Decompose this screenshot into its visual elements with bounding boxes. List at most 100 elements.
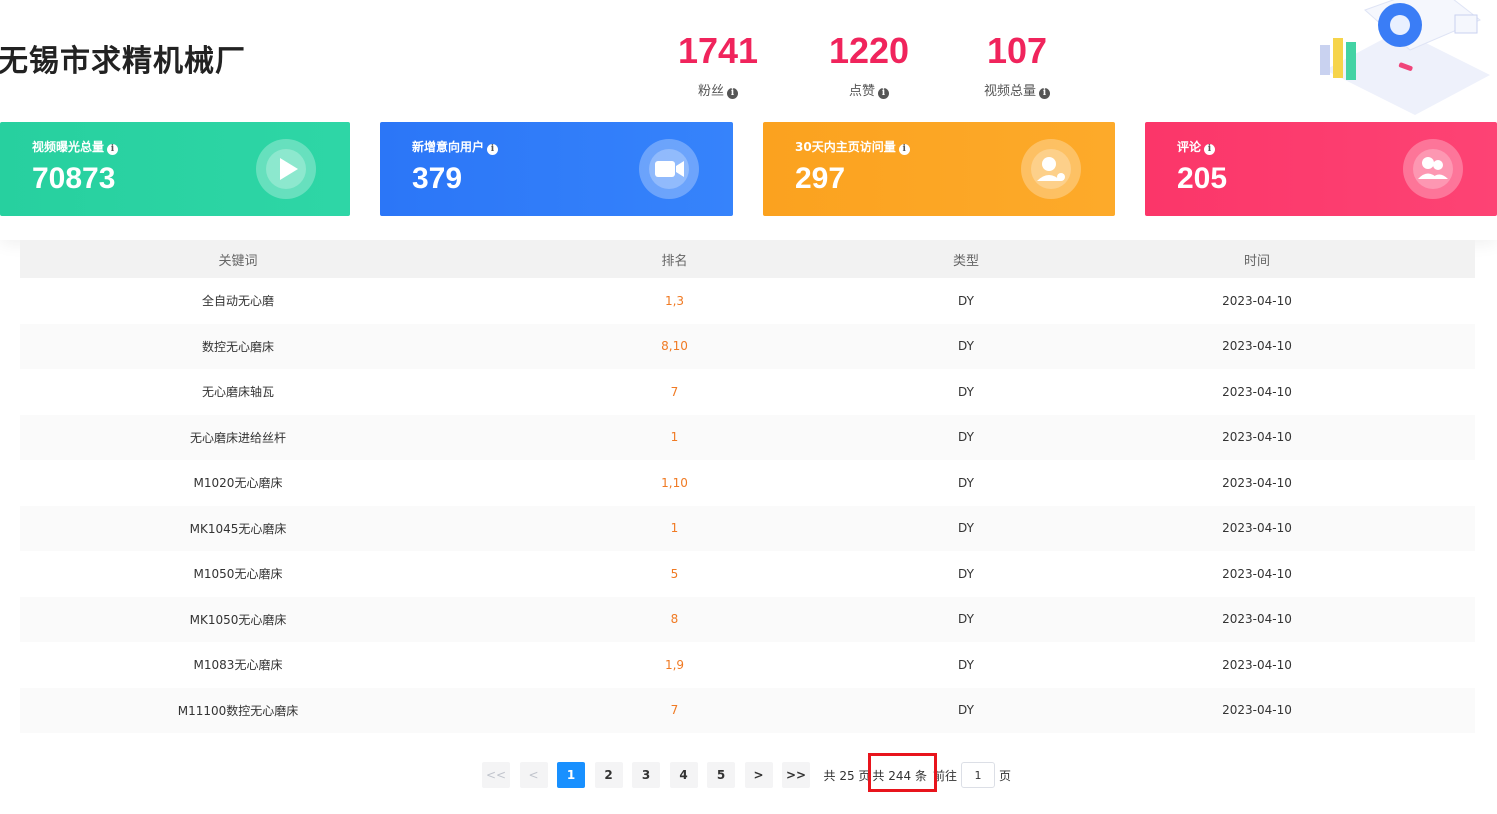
- prev-page-button[interactable]: <: [519, 762, 548, 788]
- card-title: 新增意向用户: [412, 140, 485, 154]
- card-title: 视频曝光总量: [32, 140, 105, 154]
- cell-rank: 8,10: [661, 339, 688, 354]
- cell-keyword: MK1045无心磨床: [189, 521, 287, 536]
- table-row: 全自动无心磨 1,3 DY 2023-04-10: [20, 278, 1475, 324]
- stat-fans-value: 1741: [677, 30, 759, 71]
- user-visit-icon: [1021, 139, 1081, 199]
- analytics-illustration-icon: [1320, 0, 1490, 115]
- cell-type: DY: [958, 703, 974, 718]
- stat-likes-label: 点赞: [848, 84, 875, 99]
- page-button-5[interactable]: 5: [707, 762, 735, 788]
- column-header-type[interactable]: 类型: [893, 240, 1039, 278]
- cell-rank: 1,9: [664, 657, 685, 672]
- cell-keyword: M1020无心磨床: [193, 476, 283, 491]
- last-page-button[interactable]: >>: [782, 762, 810, 788]
- total-pages-text: 共 25 页: [823, 768, 871, 783]
- cell-time: 2023-04-10: [1222, 384, 1292, 399]
- cell-type: DY: [958, 521, 974, 536]
- info-icon[interactable]: i: [878, 88, 889, 99]
- stat-likes-value: 1220: [828, 30, 910, 71]
- table-row: 数控无心磨床 8,10 DY 2023-04-10: [20, 323, 1475, 369]
- stat-likes: 1220 点赞 i: [794, 30, 944, 99]
- cell-rank: 1: [670, 521, 679, 536]
- cell-time: 2023-04-10: [1222, 475, 1292, 490]
- cell-time: 2023-04-10: [1222, 430, 1292, 445]
- cell-rank: 8: [670, 612, 679, 627]
- table-row: M1050无心磨床 5 DY 2023-04-10: [20, 551, 1475, 597]
- goto-page-input[interactable]: 1: [960, 762, 995, 788]
- cell-time: 2023-04-10: [1222, 612, 1292, 627]
- card-value: 205: [1177, 162, 1228, 195]
- card-homepage-visits: 30天内主页访问量 i 297: [763, 122, 1115, 216]
- table-row: M1020无心磨床 1,10 DY 2023-04-10: [20, 460, 1475, 506]
- cell-rank: 1,3: [664, 293, 685, 308]
- cell-rank: 5: [670, 566, 679, 581]
- cell-type: DY: [958, 475, 974, 490]
- info-icon[interactable]: i: [487, 144, 499, 155]
- cell-type: DY: [958, 612, 974, 627]
- company-name: 无锡市求精机械厂: [0, 44, 246, 79]
- cell-rank: 1: [670, 430, 679, 445]
- card-title: 评论: [1177, 140, 1202, 154]
- cell-rank: 7: [670, 384, 679, 399]
- page-suffix: 页: [998, 768, 1011, 783]
- stat-videos-value: 107: [986, 30, 1048, 71]
- info-icon[interactable]: i: [107, 144, 119, 155]
- info-icon[interactable]: i: [727, 88, 738, 99]
- highlight-box: [868, 753, 937, 792]
- next-page-button[interactable]: >: [744, 762, 773, 788]
- cell-time: 2023-04-10: [1222, 339, 1292, 354]
- cell-keyword: 无心磨床轴瓦: [201, 385, 274, 400]
- table-row: M1083无心磨床 1,9 DY 2023-04-10: [20, 642, 1475, 688]
- column-header-keyword[interactable]: 关键词: [20, 240, 456, 278]
- page-button-4[interactable]: 4: [669, 762, 698, 788]
- stat-videos: 107 视频总量 i: [942, 30, 1092, 99]
- cell-keyword: 无心磨床进给丝杆: [189, 430, 286, 445]
- page-button-2[interactable]: 2: [594, 762, 623, 788]
- info-icon[interactable]: i: [898, 144, 910, 155]
- stat-videos-label: 视频总量: [983, 84, 1036, 99]
- card-new-leads: 新增意向用户 i 379: [380, 122, 733, 216]
- card-title: 30天内主页访问量: [795, 140, 896, 154]
- card-video-exposure: 视频曝光总量 i 70873: [0, 122, 350, 216]
- cell-type: DY: [958, 384, 974, 399]
- video-camera-icon: [639, 139, 699, 199]
- table-row: 无心磨床进给丝杆 1 DY 2023-04-10: [20, 414, 1475, 460]
- table-row: MK1045无心磨床 1 DY 2023-04-10: [20, 505, 1475, 551]
- cell-time: 2023-04-10: [1222, 657, 1292, 672]
- cell-time: 2023-04-10: [1222, 521, 1292, 536]
- first-page-button[interactable]: <<: [482, 762, 510, 788]
- cell-keyword: M1083无心磨床: [193, 658, 283, 673]
- cell-keyword: M11100数控无心磨床: [177, 703, 299, 718]
- cell-rank: 1,10: [661, 475, 688, 490]
- cell-type: DY: [958, 566, 974, 581]
- cell-type: DY: [958, 430, 974, 445]
- cell-keyword: 数控无心磨床: [201, 339, 274, 354]
- table-body: 全自动无心磨 1,3 DY 2023-04-10 数控无心磨床 8,10 DY 2023-0…: [20, 278, 1475, 733]
- cell-time: 2023-04-10: [1222, 293, 1292, 308]
- users-icon: [1403, 139, 1463, 199]
- keyword-table: 关键词 排名 类型 时间 全自动无心磨 1,3 DY 2023-04-10 数控无心磨…: [20, 240, 1475, 733]
- table-header: 关键词 排名 类型 时间: [20, 240, 1475, 278]
- cell-time: 2023-04-10: [1222, 566, 1292, 581]
- card-comments: 评论 i 205: [1145, 122, 1497, 216]
- stat-fans: 1741 粉丝 i: [643, 30, 793, 99]
- info-icon[interactable]: i: [1039, 88, 1050, 99]
- table-row: M11100数控无心磨床 7 DY 2023-04-10: [20, 687, 1475, 733]
- table-row: 无心磨床轴瓦 7 DY 2023-04-10: [20, 369, 1475, 415]
- column-header-rank[interactable]: 排名: [456, 240, 893, 278]
- page-button-3[interactable]: 3: [632, 762, 660, 788]
- cell-keyword: 全自动无心磨: [201, 294, 274, 309]
- card-value: 297: [795, 162, 846, 195]
- table-row: MK1050无心磨床 8 DY 2023-04-10: [20, 596, 1475, 642]
- cell-rank: 7: [670, 703, 679, 718]
- play-icon: [256, 139, 316, 199]
- info-icon[interactable]: i: [1204, 144, 1216, 155]
- cell-keyword: MK1050无心磨床: [189, 612, 287, 627]
- card-value: 70873: [32, 162, 116, 195]
- stat-fans-label: 粉丝: [697, 84, 724, 99]
- page-button-1[interactable]: 1: [557, 762, 585, 788]
- cell-type: DY: [958, 657, 974, 672]
- cell-keyword: M1050无心磨床: [193, 567, 283, 582]
- column-header-time[interactable]: 时间: [1039, 240, 1475, 278]
